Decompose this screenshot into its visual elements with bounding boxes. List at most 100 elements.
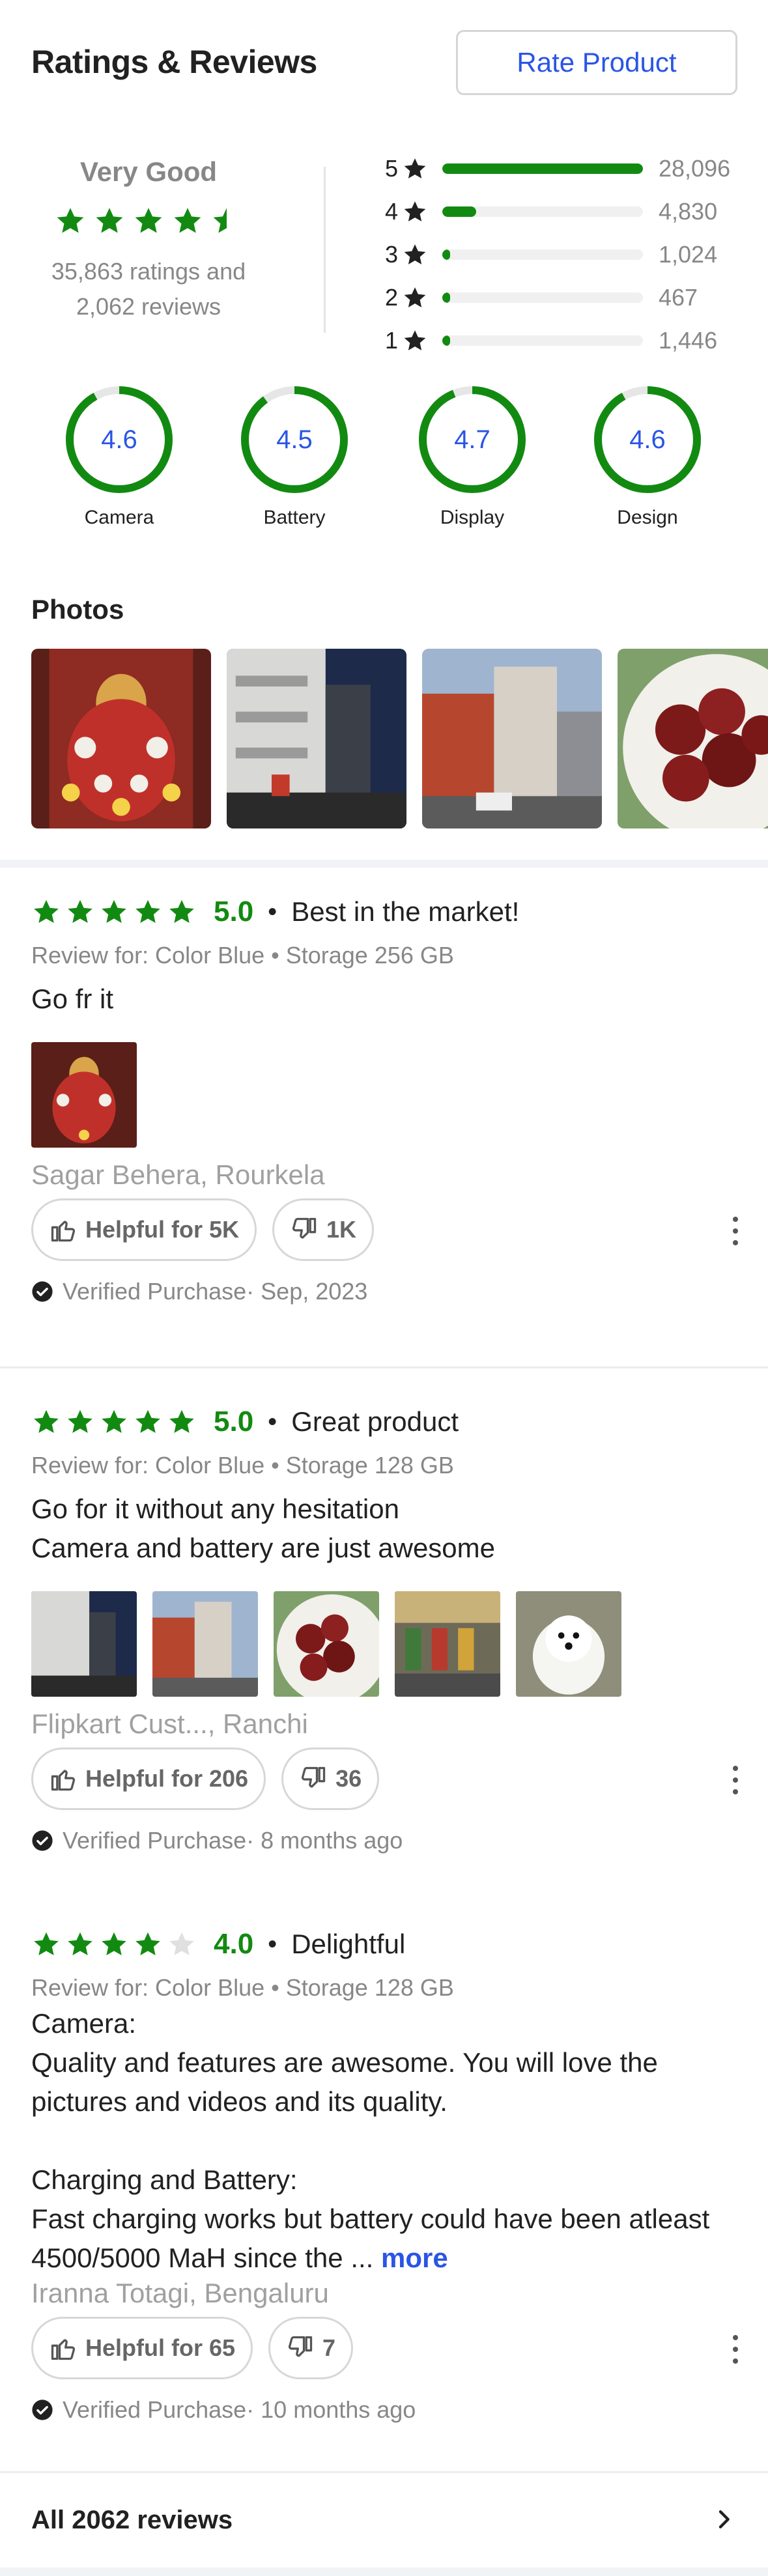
distribution-row: 5 28,096: [381, 147, 746, 190]
aspect-display[interactable]: 4.7 Display: [414, 384, 531, 529]
review-stars: [31, 897, 197, 927]
photo-thumbnail-street-night[interactable]: [227, 649, 406, 828]
star-icon: [404, 158, 426, 178]
photos-carousel[interactable]: [31, 649, 768, 828]
star-icon: [213, 208, 240, 233]
review-stars: [31, 1929, 197, 1959]
review-author: Sagar Behera, Rourkela: [31, 1159, 325, 1190]
chevron-right-icon: [718, 2510, 730, 2528]
thumbs-up-icon: [51, 2339, 76, 2360]
summary-divider: [324, 167, 326, 333]
distribution-row: 3 1,024: [381, 233, 746, 276]
helpful-count: Helpful for 65: [85, 2334, 236, 2361]
review-photo-food[interactable]: [274, 1591, 379, 1697]
separator-dot: •: [268, 1929, 277, 1959]
aspect-ring: 4.7: [417, 384, 528, 495]
rating-distribution: 5 28,096 4 4,830 3 1,024 2 467 1 1,446: [381, 147, 746, 362]
review-score: 5.0: [214, 1406, 254, 1437]
helpful-button[interactable]: Helpful for 5K: [31, 1198, 257, 1261]
photos-heading: Photos: [31, 594, 124, 625]
aspect-ring: 4.6: [592, 384, 703, 495]
distribution-bar: [442, 206, 643, 217]
aspect-ratings: 4.6 Camera 4.5 Battery 4.7 Display 4.6 D…: [0, 384, 768, 541]
aspect-camera[interactable]: 4.6 Camera: [61, 384, 178, 529]
section-separator: [0, 860, 768, 868]
all-reviews-link[interactable]: All 2062 reviews: [0, 2472, 768, 2568]
photo-thumbnail-food[interactable]: [618, 649, 768, 828]
verified-check-icon: [32, 1281, 53, 1302]
thumbs-down-icon: [288, 2336, 313, 2357]
distribution-count: 28,096: [659, 155, 731, 182]
review-variant: Review for: Color Blue • Storage 128 GB: [31, 1452, 454, 1479]
star-icon: [57, 208, 84, 233]
rating-summary: Very Good 35,863 ratings and 2,062 revie…: [31, 156, 266, 324]
verified-text: Verified Purchase· Sep, 2023: [63, 1278, 368, 1305]
photo-thumbnail-shrine[interactable]: [31, 649, 211, 828]
star-icon: [404, 287, 426, 307]
review-author: Flipkart Cust..., Ranchi: [31, 1708, 308, 1739]
not-helpful-button[interactable]: 1K: [272, 1198, 375, 1261]
verified-text: Verified Purchase· 8 months ago: [63, 1827, 403, 1854]
separator-dot: •: [268, 897, 277, 926]
review-score: 4.0: [214, 1928, 254, 1960]
distribution-row: 2 467: [381, 276, 746, 319]
review-photo-market[interactable]: [395, 1591, 500, 1697]
star-icon: [34, 1932, 59, 1956]
star-icon: [404, 244, 426, 264]
review-variant: Review for: Color Blue • Storage 256 GB: [31, 942, 454, 969]
review-title: Delightful: [291, 1929, 406, 1959]
distribution-count: 1,024: [659, 241, 718, 268]
star-icon: [34, 899, 59, 924]
review-photos: [31, 1591, 768, 1697]
star-icon: [135, 1932, 160, 1956]
distribution-bar-fill: [442, 335, 451, 346]
review-photo-street[interactable]: [31, 1591, 137, 1697]
distribution-count: 467: [659, 284, 698, 311]
star-icon: [169, 899, 194, 924]
not-helpful-button[interactable]: 7: [268, 2317, 354, 2379]
review-stars: [31, 1407, 197, 1437]
all-reviews-label: All 2062 reviews: [31, 2505, 233, 2534]
review-body: Go fr it: [31, 980, 768, 1019]
rate-product-button[interactable]: Rate Product: [456, 30, 737, 95]
distribution-star-number: 4: [384, 198, 398, 225]
aspect-value: 4.6: [629, 425, 666, 454]
review-title: Best in the market!: [291, 896, 520, 927]
dislike-count: 1K: [326, 1216, 357, 1243]
distribution-star-number: 1: [384, 327, 398, 354]
star-icon: [96, 208, 123, 233]
helpful-count: Helpful for 5K: [85, 1216, 240, 1243]
more-vertical-icon[interactable]: [729, 2335, 742, 2364]
review-card: 5.0 • Best in the market! Review for: Co…: [31, 892, 768, 1305]
distribution-bar-fill: [442, 206, 477, 217]
review-variant: Review for: Color Blue • Storage 128 GB: [31, 1974, 454, 2001]
helpful-button[interactable]: Helpful for 206: [31, 1748, 266, 1810]
review-body: Camera: Quality and features are awesome…: [31, 2004, 737, 2278]
more-vertical-icon[interactable]: [729, 1217, 742, 1245]
star-icon: [102, 899, 126, 924]
aspect-value: 4.5: [276, 425, 313, 454]
star-icon: [169, 1932, 194, 1956]
distribution-bar-fill: [442, 292, 451, 303]
aspect-design[interactable]: 4.6 Design: [589, 384, 706, 529]
aspect-ring: 4.6: [64, 384, 175, 495]
thumbs-down-icon: [292, 1217, 317, 1239]
average-stars: [31, 205, 266, 237]
star-icon: [68, 1409, 92, 1434]
more-vertical-icon[interactable]: [729, 1766, 742, 1794]
star-icon: [102, 1932, 126, 1956]
dislike-count: 36: [335, 1765, 362, 1792]
not-helpful-button[interactable]: 36: [281, 1748, 380, 1810]
verified-purchase: Verified Purchase· 10 months ago: [31, 2396, 768, 2424]
distribution-bar: [442, 335, 643, 346]
distribution-star-number: 3: [384, 241, 398, 268]
review-photos: [31, 1042, 768, 1148]
aspect-battery[interactable]: 4.5 Battery: [236, 384, 353, 529]
review-photo-shrine[interactable]: [31, 1042, 137, 1148]
verified-check-icon: [32, 1830, 53, 1851]
photo-thumbnail-building[interactable]: [422, 649, 602, 828]
review-photo-building[interactable]: [152, 1591, 258, 1697]
review-photo-dog[interactable]: [516, 1591, 621, 1697]
helpful-button[interactable]: Helpful for 65: [31, 2317, 253, 2379]
read-more-link[interactable]: more: [381, 2243, 448, 2273]
